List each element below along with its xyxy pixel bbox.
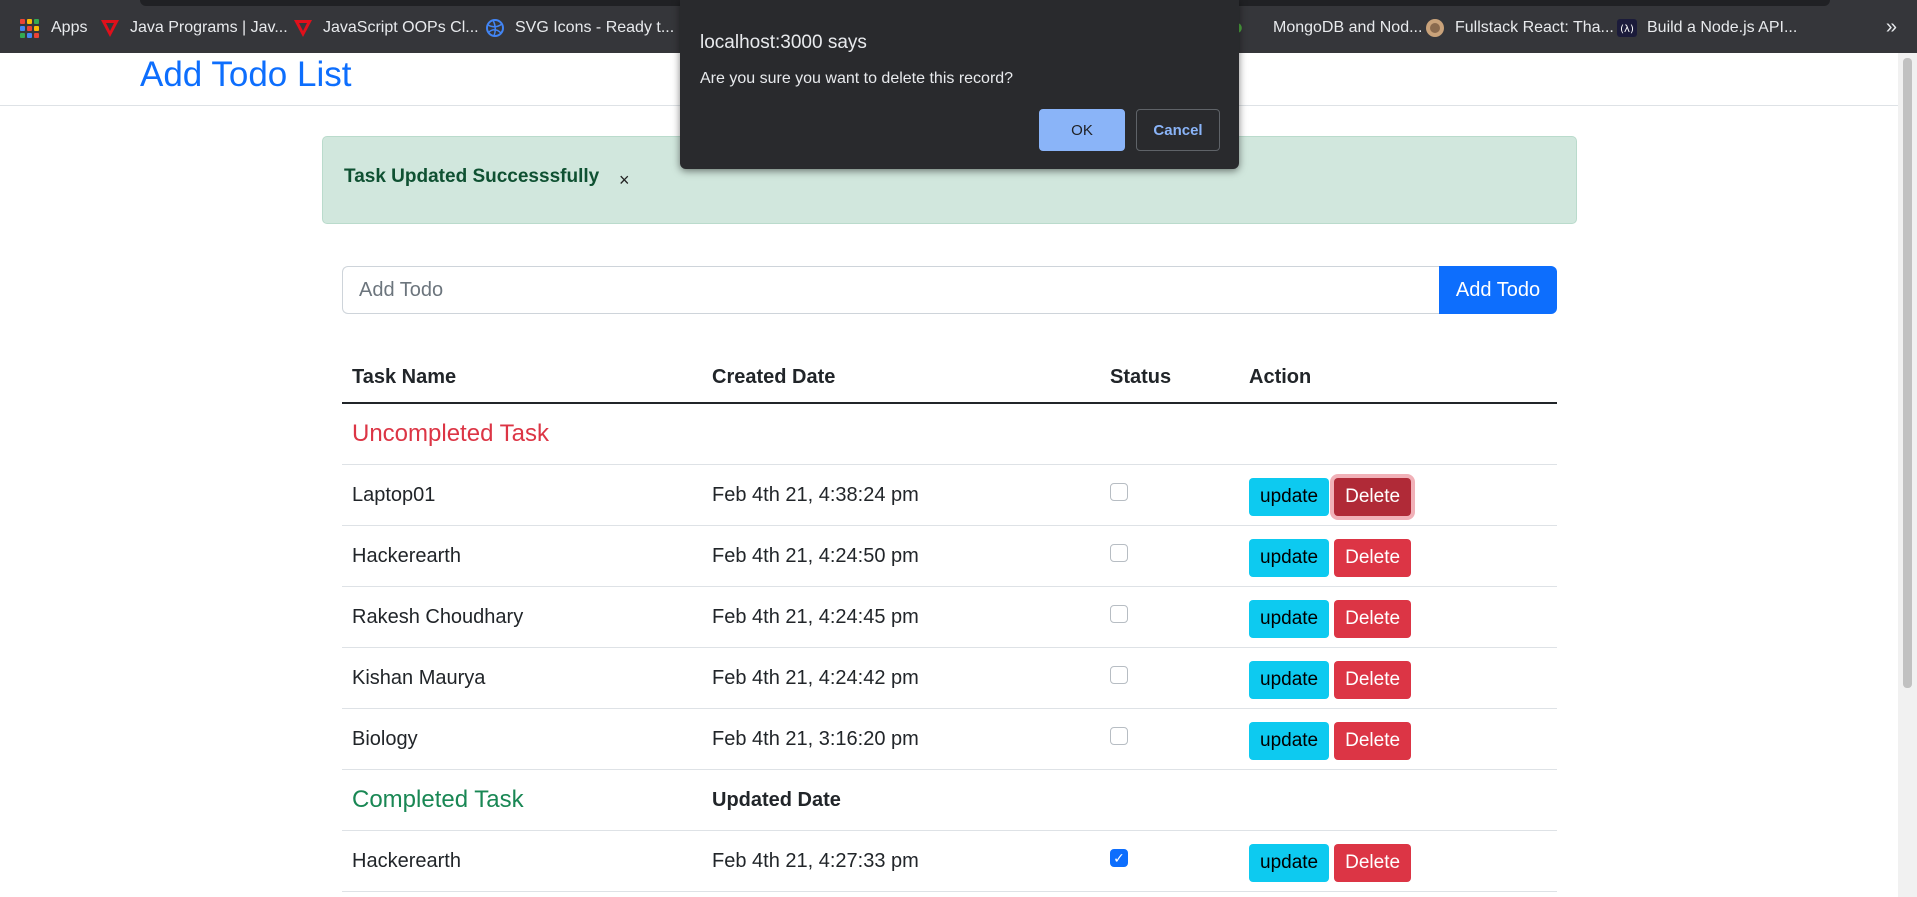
bookmark-label: Java Programs | Jav...	[130, 19, 288, 36]
status-checkbox[interactable]	[1110, 727, 1128, 745]
header-action: Action	[1249, 366, 1312, 388]
bookmark-fullstack-react[interactable]: Fullstack React: Tha...	[1425, 18, 1614, 38]
page-scrollbar[interactable]	[1898, 53, 1917, 897]
add-todo-button[interactable]: Add Todo	[1439, 266, 1557, 314]
bookmark-svg-icons[interactable]: SVG Icons - Ready t...	[485, 18, 674, 38]
status-cell: ✓	[1110, 831, 1128, 891]
task-name: Kishan Maurya	[352, 666, 486, 689]
update-button[interactable]: update	[1249, 844, 1330, 882]
update-button[interactable]: update	[1249, 478, 1330, 516]
lambda-icon: (λ)	[1617, 19, 1637, 37]
update-button[interactable]: update	[1249, 539, 1330, 577]
alert-close-button[interactable]: ×	[619, 170, 630, 191]
delete-button[interactable]: Delete	[1334, 722, 1412, 760]
header-status: Status	[1110, 366, 1172, 388]
bookmark-label: JavaScript OOPs Cl...	[323, 19, 479, 36]
action-cell: update Delete	[1249, 648, 1416, 708]
apps-grid-icon	[20, 18, 39, 38]
status-checkbox[interactable]	[1110, 483, 1128, 501]
update-button[interactable]: update	[1249, 661, 1330, 699]
todo-table: Task Name Created Date Status Action Unc…	[342, 353, 1557, 892]
delete-button[interactable]: Delete	[1334, 478, 1412, 516]
alert-message: Task Updated Successsfully	[344, 166, 600, 187]
delete-button[interactable]: Delete	[1334, 539, 1412, 577]
task-name: Laptop01	[352, 483, 436, 506]
completed-title: Completed Task	[352, 786, 524, 813]
action-cell: update Delete	[1249, 526, 1416, 586]
created-date: Feb 4th 21, 3:16:20 pm	[712, 727, 919, 750]
bookmark-mongodb[interactable]: MongoDB and Nod...	[1237, 18, 1422, 38]
status-checkbox[interactable]	[1110, 605, 1128, 623]
status-cell	[1110, 709, 1128, 769]
task-name: Hackerearth	[352, 544, 461, 567]
table-row: Biology Feb 4th 21, 3:16:20 pm update De…	[342, 709, 1557, 770]
header-updated-date: Updated Date	[712, 788, 841, 811]
dialog-title: localhost:3000 says	[700, 32, 867, 53]
table-row: Kishan Maurya Feb 4th 21, 4:24:42 pm upd…	[342, 648, 1557, 709]
status-cell	[1110, 648, 1128, 708]
created-date: Feb 4th 21, 4:24:45 pm	[712, 605, 919, 628]
svg-icons-icon	[486, 19, 504, 37]
apps-bookmark[interactable]: Apps	[20, 18, 87, 38]
uncompleted-section-row: Uncompleted Task	[342, 404, 1557, 465]
fullstack-react-icon	[1426, 19, 1444, 37]
updated-date: Feb 4th 21, 4:27:33 pm	[712, 849, 919, 872]
svg-text:(λ): (λ)	[1620, 24, 1634, 35]
table-row: Hackerearth Feb 4th 21, 4:24:50 pm updat…	[342, 526, 1557, 587]
action-cell: update Delete	[1249, 587, 1416, 647]
add-todo-input[interactable]	[342, 266, 1440, 314]
dialog-cancel-button[interactable]: Cancel	[1136, 109, 1220, 151]
header-task-name: Task Name	[352, 366, 457, 388]
bookmark-nodejs-api[interactable]: (λ) Build a Node.js API...	[1617, 18, 1797, 38]
status-checkbox[interactable]	[1110, 544, 1128, 562]
bookmark-label: MongoDB and Nod...	[1273, 19, 1423, 36]
status-checkbox-checked[interactable]: ✓	[1110, 849, 1128, 867]
table-row: Hackerearth Feb 4th 21, 4:27:33 pm ✓ upd…	[342, 831, 1557, 892]
javascript-oops-icon	[294, 20, 312, 37]
header-created-date: Created Date	[712, 366, 836, 388]
delete-button[interactable]: Delete	[1334, 661, 1412, 699]
bookmark-javascript-oops[interactable]: JavaScript OOPs Cl...	[293, 18, 479, 38]
update-button[interactable]: update	[1249, 722, 1330, 760]
status-checkbox[interactable]	[1110, 666, 1128, 684]
page-title[interactable]: Add Todo List	[140, 55, 351, 95]
table-row: Rakesh Choudhary Feb 4th 21, 4:24:45 pm …	[342, 587, 1557, 648]
bookmark-label: Fullstack React: Tha...	[1455, 19, 1614, 36]
more-bookmarks-button[interactable]: »	[1886, 16, 1897, 39]
task-name: Biology	[352, 727, 418, 750]
task-name: Rakesh Choudhary	[352, 605, 524, 628]
bookmark-label: Build a Node.js API...	[1647, 19, 1798, 36]
created-date: Feb 4th 21, 4:24:50 pm	[712, 544, 919, 567]
task-name: Hackerearth	[352, 849, 461, 872]
java-programs-icon	[101, 20, 119, 37]
status-cell	[1110, 465, 1128, 525]
action-cell: update Delete	[1249, 831, 1416, 891]
apps-label: Apps	[51, 19, 88, 36]
bookmark-java-programs[interactable]: Java Programs | Jav...	[100, 18, 288, 38]
scrollbar-thumb[interactable]	[1903, 58, 1912, 688]
action-cell: update Delete	[1249, 465, 1416, 525]
created-date: Feb 4th 21, 4:24:42 pm	[712, 666, 919, 689]
created-date: Feb 4th 21, 4:38:24 pm	[712, 483, 919, 506]
action-cell: update Delete	[1249, 709, 1416, 769]
confirm-dialog: localhost:3000 says Are you sure you wan…	[680, 0, 1239, 169]
table-row: Laptop01 Feb 4th 21, 4:38:24 pm update D…	[342, 465, 1557, 526]
delete-button[interactable]: Delete	[1334, 844, 1412, 882]
dialog-ok-button[interactable]: OK	[1039, 109, 1125, 151]
update-button[interactable]: update	[1249, 600, 1330, 638]
status-cell	[1110, 526, 1128, 586]
uncompleted-title: Uncompleted Task	[352, 420, 549, 447]
status-cell	[1110, 587, 1128, 647]
completed-section-row: Completed Task Updated Date	[342, 770, 1557, 831]
table-header: Task Name Created Date Status Action	[342, 353, 1557, 404]
delete-button[interactable]: Delete	[1334, 600, 1412, 638]
page: Add Todo List Task Updated Successsfully…	[0, 53, 1898, 897]
bookmark-label: SVG Icons - Ready t...	[515, 19, 675, 36]
dialog-message: Are you sure you want to delete this rec…	[700, 70, 1014, 87]
